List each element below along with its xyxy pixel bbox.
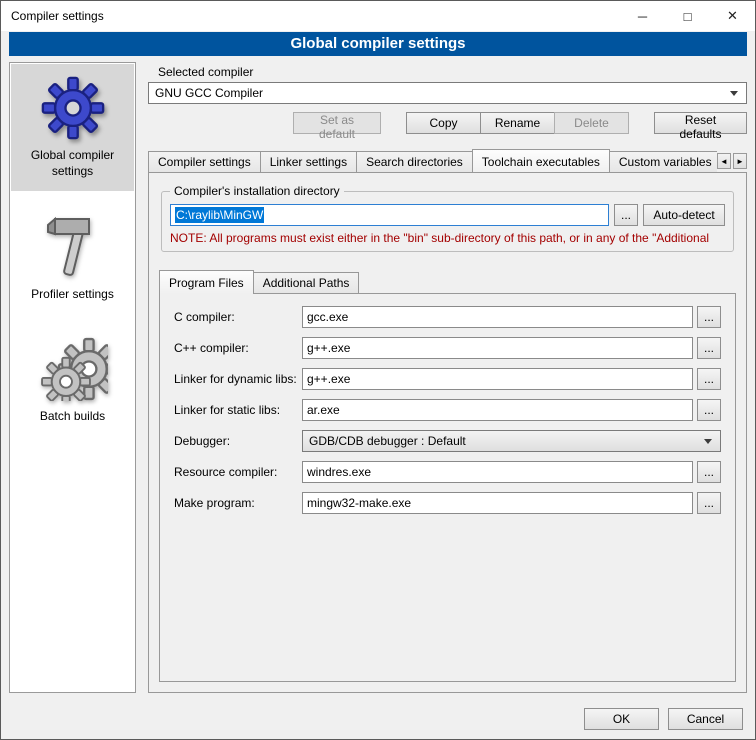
installation-directory-input[interactable]: C:\raylib\MinGW (170, 204, 609, 226)
ok-button[interactable]: OK (584, 708, 659, 730)
make-program-value: mingw32-make.exe (307, 496, 411, 510)
tabs-scroll-area: Compiler settings Linker settings Search… (148, 148, 717, 172)
tab-scroll-left-icon[interactable]: ◄ (717, 153, 731, 169)
tab-scroll-right-icon[interactable]: ► (733, 153, 747, 169)
tab-scroll-buttons: ◄ ► (717, 153, 747, 169)
chevron-down-icon (704, 439, 712, 444)
browse-make-program-button[interactable]: ... (697, 492, 721, 514)
dialog-body: Global compiler settings Profiler settin… (1, 62, 755, 699)
sidebar-item-label: Profiler settings (31, 287, 114, 303)
maximize-icon[interactable]: □ (665, 1, 710, 31)
tab-toolchain-executables[interactable]: Toolchain executables (472, 149, 610, 172)
sidebar-item-label: Global compiler settings (17, 148, 128, 179)
linker-static-value: ar.exe (307, 403, 340, 417)
tab-program-files[interactable]: Program Files (159, 270, 254, 294)
installation-directory-value: C:\raylib\MinGW (175, 207, 264, 223)
tab-search-directories[interactable]: Search directories (356, 151, 473, 172)
browse-directory-button[interactable]: ... (614, 204, 638, 226)
selected-compiler-value: GNU GCC Compiler (155, 86, 724, 100)
compiler-settings-window: Compiler settings ─ □ ✕ Global compiler … (0, 0, 756, 740)
resource-compiler-input[interactable]: windres.exe (302, 461, 693, 483)
tab-additional-paths[interactable]: Additional Paths (253, 272, 360, 293)
installation-directory-group: Compiler's installation directory C:\ray… (161, 191, 734, 252)
selected-compiler-label: Selected compiler (158, 65, 747, 79)
installation-directory-row: C:\raylib\MinGW ... Auto-detect (170, 204, 725, 226)
linker-dynamic-input[interactable]: g++.exe (302, 368, 693, 390)
settings-category-list: Global compiler settings Profiler settin… (9, 62, 136, 693)
reset-defaults-button[interactable]: Reset defaults (654, 112, 747, 134)
make-program-label: Make program: (174, 496, 302, 510)
field-row-make-program: Make program: mingw32-make.exe ... (174, 492, 721, 514)
titlebar[interactable]: Compiler settings ─ □ ✕ (1, 1, 755, 31)
debugger-value: GDB/CDB debugger : Default (309, 434, 698, 448)
browse-resource-compiler-button[interactable]: ... (697, 461, 721, 483)
linker-dynamic-label: Linker for dynamic libs: (174, 372, 302, 386)
sidebar-item-global-compiler-settings[interactable]: Global compiler settings (11, 64, 134, 191)
cpp-compiler-input[interactable]: g++.exe (302, 337, 693, 359)
installation-directory-label: Compiler's installation directory (170, 184, 344, 198)
page-title: Global compiler settings (9, 32, 747, 56)
browse-c-compiler-button[interactable]: ... (697, 306, 721, 328)
field-row-debugger: Debugger: GDB/CDB debugger : Default (174, 430, 721, 452)
cpp-compiler-value: g++.exe (307, 341, 350, 355)
auto-detect-button[interactable]: Auto-detect (643, 204, 725, 226)
cpp-compiler-label: C++ compiler: (174, 341, 302, 355)
field-row-resource-compiler: Resource compiler: windres.exe ... (174, 461, 721, 483)
program-files-panel: C compiler: gcc.exe ... C++ compiler: g+… (159, 293, 736, 682)
linker-static-input[interactable]: ar.exe (302, 399, 693, 421)
c-compiler-value: gcc.exe (307, 310, 348, 324)
c-compiler-input[interactable]: gcc.exe (302, 306, 693, 328)
program-tabs: Program Files Additional Paths (159, 270, 736, 293)
debugger-select[interactable]: GDB/CDB debugger : Default (302, 430, 721, 452)
linker-dynamic-value: g++.exe (307, 372, 350, 386)
close-icon[interactable]: ✕ (710, 1, 755, 31)
field-row-linker-static: Linker for static libs: ar.exe ... (174, 399, 721, 421)
gear-icon (41, 76, 105, 140)
hammer-icon (44, 213, 102, 279)
cancel-button[interactable]: Cancel (668, 708, 743, 730)
browse-linker-dynamic-button[interactable]: ... (697, 368, 721, 390)
toolchain-executables-panel: Compiler's installation directory C:\ray… (148, 172, 747, 693)
dialog-footer: OK Cancel (1, 699, 755, 739)
field-row-c-compiler: C compiler: gcc.exe ... (174, 306, 721, 328)
sidebar-item-label: Batch builds (40, 409, 105, 425)
gears-icon (38, 337, 108, 401)
set-as-default-button[interactable]: Set as default (293, 112, 381, 134)
browse-linker-static-button[interactable]: ... (697, 399, 721, 421)
make-program-input[interactable]: mingw32-make.exe (302, 492, 693, 514)
rename-button[interactable]: Rename (480, 112, 555, 134)
field-row-cpp-compiler: C++ compiler: g++.exe ... (174, 337, 721, 359)
tab-custom-variables[interactable]: Custom variables (609, 151, 717, 172)
sidebar-item-profiler-settings[interactable]: Profiler settings (11, 201, 134, 315)
c-compiler-label: C compiler: (174, 310, 302, 324)
tab-linker-settings[interactable]: Linker settings (260, 151, 357, 172)
settings-tabstrip: Compiler settings Linker settings Search… (148, 148, 747, 172)
sidebar-item-batch-builds[interactable]: Batch builds (11, 325, 134, 437)
browse-cpp-compiler-button[interactable]: ... (697, 337, 721, 359)
chevron-down-icon (730, 91, 738, 96)
window-title: Compiler settings (1, 9, 104, 23)
field-row-linker-dynamic: Linker for dynamic libs: g++.exe ... (174, 368, 721, 390)
window-controls: ─ □ ✕ (620, 1, 755, 31)
minimize-icon[interactable]: ─ (620, 1, 665, 31)
debugger-label: Debugger: (174, 434, 302, 448)
installation-note: NOTE: All programs must exist either in … (170, 231, 725, 245)
compiler-actions: Set as default Copy Rename Delete Reset … (148, 112, 747, 134)
linker-static-label: Linker for static libs: (174, 403, 302, 417)
resource-compiler-value: windres.exe (307, 465, 371, 479)
resource-compiler-label: Resource compiler: (174, 465, 302, 479)
delete-button[interactable]: Delete (554, 112, 629, 134)
selected-compiler-select[interactable]: GNU GCC Compiler (148, 82, 747, 104)
main-panel: Selected compiler GNU GCC Compiler Set a… (148, 62, 747, 693)
copy-button[interactable]: Copy (406, 112, 481, 134)
tab-compiler-settings[interactable]: Compiler settings (148, 151, 261, 172)
